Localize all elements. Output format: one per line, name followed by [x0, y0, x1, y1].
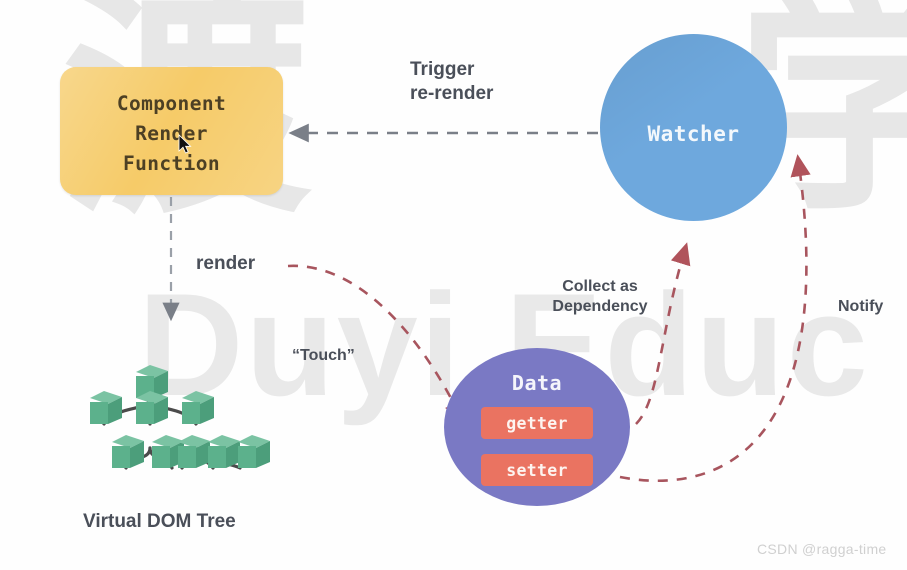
diagram-canvas: 渡 学 Duyi Educ	[0, 0, 907, 570]
notify-label: Notify	[838, 298, 884, 315]
setter-badge[interactable]: setter	[481, 454, 593, 486]
component-box-line1: Component	[116, 92, 227, 115]
trigger-label-line1: Trigger	[410, 59, 475, 80]
render-label: render	[196, 253, 256, 274]
mouse-cursor-icon	[178, 134, 192, 154]
getter-badge[interactable]: getter	[481, 407, 593, 439]
watcher-node[interactable]: Watcher	[600, 34, 787, 221]
component-box-line2: Render	[135, 122, 208, 145]
trigger-rerender-label: Trigger re-render	[410, 58, 493, 107]
component-render-function-box[interactable]: Component Render Function	[60, 67, 283, 195]
data-node[interactable]: Data getter setter	[444, 348, 630, 506]
collect-as-dependency-label: Collect as Dependency	[552, 278, 648, 316]
data-label: Data	[511, 371, 563, 395]
watcher-label: Watcher	[647, 122, 740, 146]
touch-label: “Touch”	[292, 347, 355, 364]
trigger-label-line2: re-render	[410, 83, 494, 105]
virtual-dom-tree-label: Virtual DOM Tree	[83, 511, 236, 532]
component-box-line3: Function	[122, 152, 221, 175]
csdn-credit-watermark: CSDN @ragga-time	[757, 541, 887, 557]
